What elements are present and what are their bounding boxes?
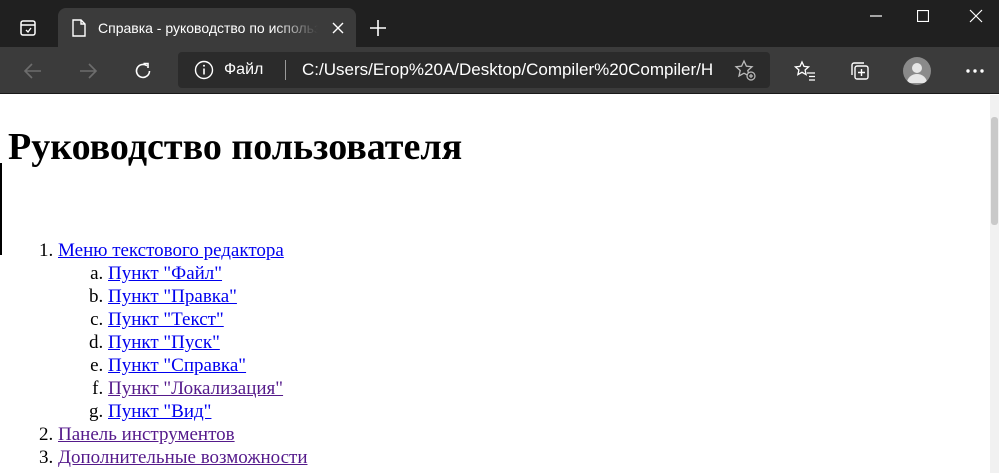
toc-subitem: Пункт "Пуск" bbox=[108, 331, 308, 354]
toc-link-toolbar[interactable]: Панель инструментов bbox=[58, 424, 235, 445]
toc-link-editor-menu[interactable]: Меню текстового редактора bbox=[58, 240, 284, 261]
info-icon[interactable] bbox=[194, 60, 214, 80]
favorites-icon bbox=[794, 60, 815, 81]
toc-link-text[interactable]: Пункт "Текст" bbox=[108, 309, 224, 330]
toc-subitem: Пункт "Правка" bbox=[108, 285, 308, 308]
toc-item: Дополнительные возможности bbox=[58, 446, 308, 469]
person-icon bbox=[907, 63, 927, 83]
new-tab-button[interactable] bbox=[364, 14, 392, 42]
avatar bbox=[903, 57, 931, 85]
collections-button[interactable] bbox=[843, 54, 877, 88]
page-viewport: Руководство пользователя Меню текстового… bbox=[0, 95, 990, 473]
profile-button[interactable] bbox=[900, 54, 934, 88]
toc-link-run[interactable]: Пункт "Пуск" bbox=[108, 332, 220, 353]
toc-subitem: Пункт "Справка" bbox=[108, 354, 308, 377]
refresh-icon bbox=[135, 62, 151, 79]
minimize-window-button[interactable] bbox=[853, 0, 899, 32]
active-tab[interactable]: Справка - руководство по использованию bbox=[58, 8, 356, 47]
scrollbar-thumb[interactable] bbox=[991, 117, 998, 225]
plus-icon bbox=[370, 20, 386, 36]
address-bar[interactable]: Файл C:/Users/Егор%20A/Desktop/Compiler%… bbox=[178, 52, 770, 88]
page-title: Руководство пользователя bbox=[8, 126, 463, 168]
toc-link-view[interactable]: Пункт "Вид" bbox=[108, 401, 211, 422]
text-caret bbox=[0, 163, 2, 255]
close-window-button[interactable] bbox=[953, 0, 999, 32]
document-icon bbox=[72, 18, 86, 37]
toc-link-file[interactable]: Пункт "Файл" bbox=[108, 263, 222, 284]
tab-strip: Справка - руководство по использованию bbox=[0, 0, 999, 47]
toc-link-edit[interactable]: Пункт "Правка" bbox=[108, 286, 237, 307]
toc-subitem: Пункт "Вид" bbox=[108, 400, 308, 423]
maximize-icon bbox=[917, 10, 929, 22]
toc-subitem: Пункт "Файл" bbox=[108, 262, 308, 285]
favorites-button[interactable] bbox=[788, 54, 822, 88]
table-of-contents: Меню текстового редактора Пункт "Файл" П… bbox=[18, 239, 308, 469]
toc-item: Панель инструментов bbox=[58, 423, 308, 446]
back-button[interactable] bbox=[16, 54, 50, 88]
toc-link-help[interactable]: Пункт "Справка" bbox=[108, 355, 246, 376]
browser-toolbar: Файл C:/Users/Егор%20A/Desktop/Compiler%… bbox=[0, 47, 999, 94]
tab-close-button[interactable] bbox=[328, 18, 348, 38]
more-icon bbox=[966, 69, 984, 73]
toc-link-extra-features[interactable]: Дополнительные возможности bbox=[58, 447, 308, 468]
close-window-icon bbox=[969, 9, 983, 23]
arrow-left-icon bbox=[23, 63, 41, 79]
settings-more-button[interactable] bbox=[958, 54, 992, 88]
refresh-button[interactable] bbox=[126, 54, 160, 88]
toc-subitem: Пункт "Локализация" bbox=[108, 377, 308, 400]
site-info-label[interactable]: Файл bbox=[224, 60, 263, 80]
collections-icon bbox=[851, 62, 869, 80]
toc-subitem: Пункт "Текст" bbox=[108, 308, 308, 331]
toc-sublist: Пункт "Файл" Пункт "Правка" Пункт "Текст… bbox=[58, 262, 308, 423]
toc-link-localization[interactable]: Пункт "Локализация" bbox=[108, 378, 283, 399]
address-separator bbox=[285, 60, 286, 80]
tab-actions-icon bbox=[20, 20, 36, 36]
add-favorite-button[interactable] bbox=[730, 55, 760, 85]
tab-title: Справка - руководство по использованию bbox=[98, 19, 318, 36]
minimize-icon bbox=[870, 15, 882, 17]
url-text[interactable]: C:/Users/Егор%20A/Desktop/Compiler%20Com… bbox=[302, 60, 712, 80]
star-add-icon bbox=[734, 59, 756, 81]
arrow-right-icon bbox=[80, 63, 98, 79]
tab-actions-button[interactable] bbox=[12, 12, 44, 44]
vertical-scrollbar[interactable] bbox=[990, 95, 999, 473]
maximize-window-button[interactable] bbox=[900, 0, 946, 32]
toc-item: Меню текстового редактора Пункт "Файл" П… bbox=[58, 239, 308, 423]
forward-button[interactable] bbox=[71, 54, 105, 88]
close-icon bbox=[332, 22, 344, 34]
